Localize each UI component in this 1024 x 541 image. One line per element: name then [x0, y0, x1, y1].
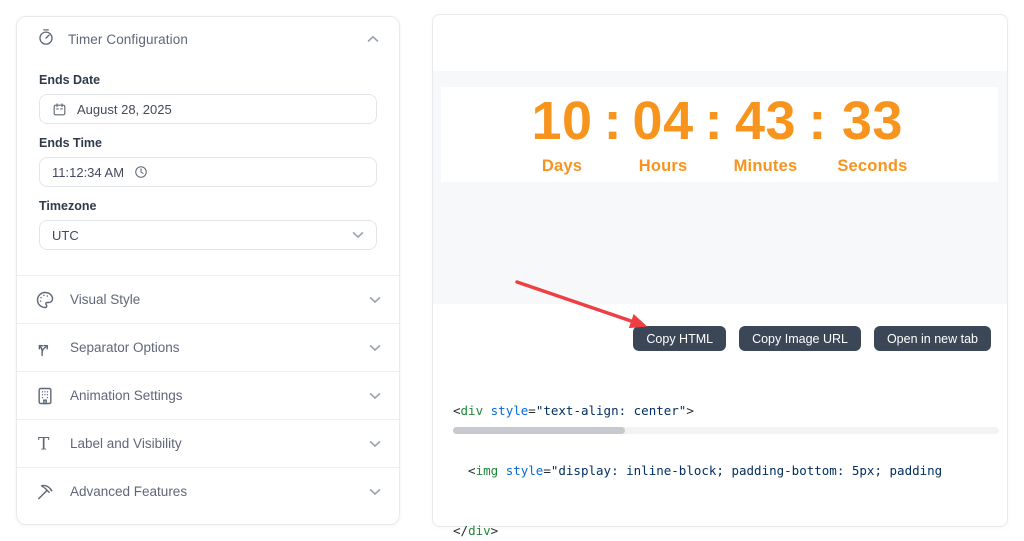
timezone-label: Timezone: [39, 199, 97, 213]
days-value: 10: [531, 90, 593, 151]
chevron-up-icon: [367, 35, 379, 43]
copy-html-button[interactable]: Copy HTML: [633, 326, 727, 351]
days-label: Days: [541, 156, 583, 175]
text-icon: T: [35, 434, 55, 454]
calendar-icon: [52, 102, 67, 117]
chevron-down-icon: [369, 392, 381, 400]
section-animation-settings[interactable]: Animation Settings: [17, 371, 399, 419]
export-actions: Copy HTML Copy Image URL Open in new tab: [633, 326, 991, 351]
countdown-minutes: 43 Minutes: [734, 94, 798, 176]
ends-date-value: August 28, 2025: [77, 101, 172, 117]
countdown-separator: :: [808, 90, 827, 151]
chevron-down-icon: [369, 296, 381, 304]
section-advanced-features[interactable]: Advanced Features: [17, 467, 399, 515]
embed-code-snippet: <div style="text-align: center"> <img st…: [453, 361, 1006, 541]
scrollbar-thumb[interactable]: [453, 427, 625, 434]
chevron-down-icon: [369, 344, 381, 352]
ends-time-label: Ends Time: [39, 136, 102, 150]
section-visual-style[interactable]: Visual Style: [17, 275, 399, 323]
hours-value: 04: [632, 90, 694, 151]
section-separator-options[interactable]: Separator Options: [17, 323, 399, 371]
section-title: Label and Visibility: [70, 436, 182, 451]
stopwatch-icon: [37, 28, 55, 51]
timer-widget-builder: Timer Configuration Ends Date August 28,…: [0, 0, 1024, 541]
preview-panel: 10 Days : 04 Hours : 43 Minutes : 33 Sec…: [432, 14, 1008, 538]
timezone-select[interactable]: UTC: [39, 220, 377, 250]
countdown-display: 10 Days : 04 Hours : 43 Minutes : 33 Sec…: [531, 94, 907, 176]
code-line: <img style="display: inline-block; paddi…: [453, 463, 943, 478]
timer-config-fields: Ends Date August 28, 2025 Ends Time 11:1…: [17, 73, 399, 250]
copy-image-url-button[interactable]: Copy Image URL: [739, 326, 861, 351]
countdown-days: 10 Days: [531, 94, 592, 176]
ends-date-input[interactable]: August 28, 2025: [39, 94, 377, 124]
configuration-panel: Timer Configuration Ends Date August 28,…: [16, 16, 400, 525]
countdown-seconds: 33 Seconds: [837, 94, 907, 176]
seconds-value: 33: [841, 90, 903, 151]
section-label-and-visibility[interactable]: T Label and Visibility: [17, 419, 399, 467]
section-title: Animation Settings: [70, 388, 183, 403]
code-line: <div style="text-align: center">: [453, 403, 694, 418]
minutes-value: 43: [734, 90, 797, 151]
open-in-new-tab-button[interactable]: Open in new tab: [873, 326, 991, 351]
seconds-label: Seconds: [837, 156, 908, 175]
split-arrows-icon: [35, 338, 55, 358]
palette-icon: [35, 290, 55, 310]
chevron-down-icon: [369, 440, 381, 448]
clock-icon: [134, 165, 148, 179]
section-title: Advanced Features: [70, 484, 188, 499]
section-title: Visual Style: [70, 292, 141, 307]
collapsed-sections: Visual Style Separator Options Animation…: [17, 275, 399, 515]
section-timer-configuration[interactable]: Timer Configuration: [17, 17, 399, 61]
building-icon: [35, 386, 55, 406]
chevron-down-icon: [352, 231, 364, 239]
countdown-hours: 04 Hours: [633, 94, 694, 176]
code-line: </div>: [453, 523, 499, 538]
chevron-down-icon: [369, 488, 381, 496]
pickaxe-icon: [35, 482, 55, 502]
ends-time-input[interactable]: 11:12:34 AM: [39, 157, 377, 187]
countdown-separator: :: [704, 90, 723, 151]
countdown-separator: :: [603, 90, 622, 151]
ends-date-label: Ends Date: [39, 73, 101, 87]
section-title: Separator Options: [70, 340, 180, 355]
svg-text:T: T: [38, 434, 50, 454]
hours-label: Hours: [638, 156, 688, 175]
code-horizontal-scrollbar[interactable]: [453, 427, 999, 434]
countdown-preview: 10 Days : 04 Hours : 43 Minutes : 33 Sec…: [441, 87, 998, 182]
section-title: Timer Configuration: [68, 31, 188, 47]
timezone-value: UTC: [52, 227, 79, 243]
minutes-label: Minutes: [733, 156, 798, 175]
ends-time-value: 11:12:34 AM: [52, 164, 125, 180]
